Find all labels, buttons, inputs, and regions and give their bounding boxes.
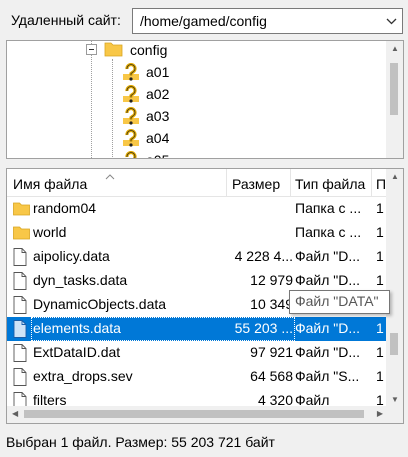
file-row-random04[interactable]: random04 Папка с ... 1 [7,197,388,221]
remote-path-combobox[interactable]: /home/gamed/config [132,8,403,34]
collapse-icon[interactable] [86,44,97,55]
column-header-size[interactable]: Размер [232,176,280,192]
file-list-scroll-thumb[interactable] [390,333,398,355]
file-type: Файл "D... [295,344,361,360]
selection-status-text: Выбран 1 файл. Размер: 55 203 721 байт [6,434,275,450]
folder-icon [13,224,30,242]
file-size: 10 349 [250,296,293,312]
file-icon [13,344,30,362]
remote-site-bar: Удаленный сайт: /home/gamed/config [0,0,408,40]
file-type: Файл "S... [295,368,360,384]
file-name: elements.data [33,320,121,336]
file-name: aipolicy.data [33,248,110,264]
column-divider[interactable] [226,169,227,196]
chevron-down-icon[interactable] [382,11,400,31]
file-row-elements-selected[interactable]: elements.data 55 203 ... Файл "D... 1 [7,317,388,341]
tree-node-label: a02 [146,86,170,102]
scrollbar-corner [386,406,403,423]
file-size: 97 921 [250,344,293,360]
tree-node-label: a01 [146,64,170,80]
file-type: Файл "D... [295,272,361,288]
tree-guide-line [91,41,92,158]
column-header-type[interactable]: Тип файла [295,176,371,192]
status-bar: Выбран 1 файл. Размер: 55 203 721 байт [0,426,408,457]
file-type: Файл "D... [295,320,361,336]
file-icon [13,368,30,386]
tree-node-label: a05 [146,152,169,158]
tree-node-label: a03 [146,108,170,124]
remote-site-label: Удаленный сайт: [11,12,121,28]
file-extra: 1 [376,200,384,216]
remote-path-value[interactable]: /home/gamed/config [140,13,267,29]
tree-scroll-thumb[interactable] [390,63,398,115]
question-folder-icon [122,106,140,125]
file-icon [13,296,30,314]
file-list-header: Имя файла Размер Тип файла П [7,169,388,197]
column-header-name[interactable]: Имя файла [13,176,87,192]
file-extra: 1 [376,224,384,240]
file-size: 12 979 [250,272,293,288]
scroll-right-icon[interactable]: ▶ [377,410,383,418]
scroll-up-icon[interactable]: ▲ [391,173,399,181]
file-list-horizontal-scrollbar[interactable]: ◀ ▶ [7,406,388,423]
tree-node-label: a04 [146,130,170,146]
file-type-tooltip: Файл "DATA" [289,290,390,314]
file-extra: 1 [376,368,384,384]
file-extra: 1 [376,320,384,336]
file-extra: 1 [376,344,384,360]
file-row-extra-drops[interactable]: extra_drops.sev 64 568 Файл "S... 1 [7,365,388,389]
file-extra: 1 [376,248,384,264]
tree-node-a04[interactable]: a04 [122,127,169,149]
file-name: ExtDataID.dat [33,344,121,360]
file-icon [13,272,30,290]
file-name: extra_drops.sev [33,368,133,384]
file-name: dyn_tasks.data [33,272,128,288]
tree-node-label: config [130,42,168,58]
question-folder-icon [122,62,140,81]
file-type: Папка с ... [295,200,362,216]
question-folder-icon [122,150,140,158]
tree-node-a05[interactable]: a05 [122,149,169,158]
file-icon [13,248,30,266]
file-size: 64 568 [250,368,293,384]
column-header-extra[interactable]: П [376,176,386,192]
file-extra: 1 [376,272,384,288]
tree-node-a03[interactable]: a03 [122,105,169,127]
scroll-down-icon[interactable]: ▼ [391,396,399,404]
pane-splitter[interactable] [0,159,408,168]
file-type: Папка с ... [295,224,362,240]
scroll-left-icon[interactable]: ◀ [12,410,18,418]
tree-node-a01[interactable]: a01 [122,61,169,83]
file-type: Файл "D... [295,248,361,264]
question-folder-icon [122,84,140,103]
tree-node-config[interactable]: config [104,41,168,61]
folder-icon [13,200,30,218]
file-size: 4 228 4... [234,248,293,264]
tree-vertical-scrollbar[interactable]: ▲ [386,41,403,158]
file-row-aipolicy[interactable]: aipolicy.data 4 228 4... Файл "D... 1 [7,245,388,269]
scroll-up-icon[interactable]: ▲ [391,45,399,53]
file-name: random04 [33,200,97,216]
file-list-hscroll-thumb[interactable] [24,410,364,418]
file-name: DynamicObjects.data [33,296,167,312]
file-list-vertical-scrollbar[interactable]: ▲ ▼ [386,169,403,408]
question-folder-icon [122,128,140,147]
tree-guide-line [112,59,113,158]
column-divider[interactable] [290,169,291,196]
remote-directory-tree[interactable]: config a01 a02 a03 a04 a05 ▲ [6,40,404,159]
file-size: 55 203 ... [234,320,293,336]
file-icon [13,320,30,338]
file-name: world [33,224,67,240]
file-row-world[interactable]: world Папка с ... 1 [7,221,388,245]
tree-node-a02[interactable]: a02 [122,83,169,105]
file-row-extdataid[interactable]: ExtDataID.dat 97 921 Файл "D... 1 [7,341,388,365]
sort-ascending-icon [105,169,115,183]
folder-open-icon [104,41,124,60]
column-divider[interactable] [371,169,372,196]
